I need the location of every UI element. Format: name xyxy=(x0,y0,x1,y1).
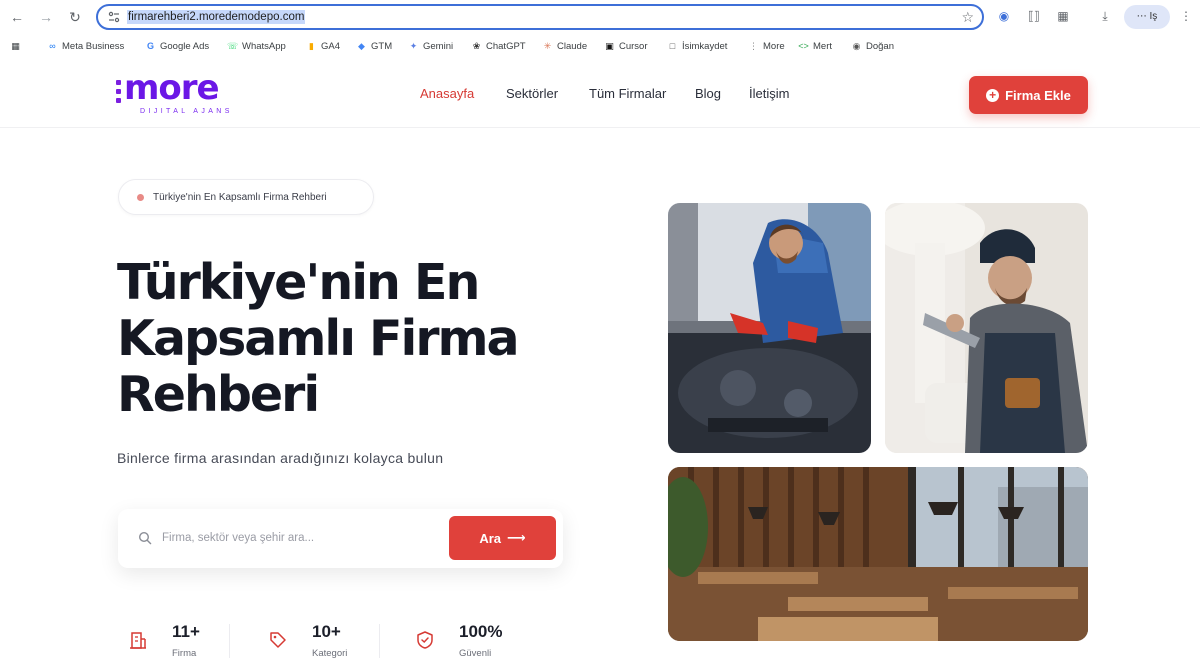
gemini-icon: ✦ xyxy=(409,40,418,51)
add-company-label: Firma Ekle xyxy=(1005,87,1071,103)
search-input[interactable] xyxy=(162,527,432,549)
puzzle-icon[interactable]: ▦ xyxy=(1055,8,1071,24)
bookmark-chatgpt[interactable]: ❀ ChatGPT xyxy=(471,39,526,53)
hero-title-line-3: Rehberi xyxy=(117,366,320,423)
nav-anasayfa[interactable]: Anasayfa xyxy=(420,86,474,101)
search-box: Ara ⟶ xyxy=(118,509,563,568)
stat-guvenli-value: 100% xyxy=(459,622,503,641)
meta-icon: ∞ xyxy=(49,40,56,51)
site-logo[interactable]: more DIJITAL AJANS xyxy=(116,68,229,115)
bookmark-more[interactable]: ⋮ More xyxy=(748,39,785,53)
hero-badge-text: Türkiye'nin En Kapsamlı Firma Rehberi xyxy=(153,191,327,203)
bookmark-whatsapp[interactable]: ☏ WhatsApp xyxy=(227,39,286,53)
hero-subtitle: Binlerce firma arasından aradığınızı kol… xyxy=(117,450,444,466)
cursor-icon: ▣ xyxy=(605,40,614,51)
hero-title-line-1: Türkiye'nin En xyxy=(117,254,480,311)
bookmark-mert[interactable]: <> Mert xyxy=(798,39,832,53)
download-icon[interactable]: ⤓ xyxy=(1097,8,1113,24)
bookmark-star-icon[interactable]: ☆ xyxy=(961,8,974,26)
stat-firma-value: 11+ xyxy=(172,622,200,641)
search-icon xyxy=(138,531,152,545)
bookmarks-bar: ▦ ∞ Meta Business G Google Ads ☏ WhatsApp ▮… xyxy=(0,34,1200,58)
hero-title-line-2: Kapsamlı Firma xyxy=(117,310,520,367)
stat-kategori-value: 10+ xyxy=(312,622,341,641)
site-settings-icon[interactable] xyxy=(108,11,120,23)
logo-text: more xyxy=(124,68,220,108)
back-icon[interactable]: ← xyxy=(8,8,26,26)
address-bar[interactable]: firmarehberi2.moredemodepo.com ☆ xyxy=(96,4,984,30)
site-header: more DIJITAL AJANS Anasayfa Sektörler Tü… xyxy=(0,62,1200,128)
analytics-icon: ▮ xyxy=(309,40,314,51)
bookmark-ga4[interactable]: ▮ GA4 xyxy=(306,39,340,53)
plus-circle-icon: + xyxy=(986,88,1000,102)
bookmark-gtm[interactable]: ◆ GTM xyxy=(356,39,392,53)
mechanic-photo xyxy=(668,203,871,453)
web-page: more DIJITAL AJANS Anasayfa Sektörler Tü… xyxy=(0,62,1200,668)
url-text[interactable]: firmarehberi2.moredemodepo.com xyxy=(127,10,306,24)
bookmark-gemini[interactable]: ✦ Gemini xyxy=(408,39,453,53)
nav-iletisim[interactable]: İletişim xyxy=(749,86,789,101)
tag-icon xyxy=(270,632,286,648)
stat-kategori: 10+ Kategori xyxy=(258,618,378,668)
stat-divider xyxy=(379,624,380,658)
claude-icon: ✳ xyxy=(543,40,552,51)
building-icon xyxy=(130,632,146,649)
stat-guvenli-label: Güvenli xyxy=(459,648,492,659)
page-icon: □ xyxy=(669,40,676,51)
stat-divider xyxy=(229,624,230,658)
profile-button[interactable]: ⋯ Iş xyxy=(1124,5,1170,29)
reload-icon[interactable]: ↻ xyxy=(66,8,84,26)
stat-kategori-label: Kategori xyxy=(312,648,348,659)
bookmark-claude[interactable]: ✳ Claude xyxy=(542,39,587,53)
extension-icon[interactable]: ◉ xyxy=(996,8,1012,24)
apps-icon[interactable]: ▦ xyxy=(10,39,21,53)
restaurant-photo xyxy=(668,467,1088,641)
logo-subtitle: DIJITAL AJANS xyxy=(140,108,233,115)
gtm-icon: ◆ xyxy=(358,40,365,51)
hero-title: Türkiye'nin En Kapsamlı Firma Rehberi xyxy=(117,255,577,423)
stats-row: 11+ Firma 10+ Kategori 100% Güvenli xyxy=(118,618,548,668)
logo-dots xyxy=(116,68,122,108)
hero-gallery xyxy=(668,203,1088,641)
more-icon: ⋮ xyxy=(749,40,758,51)
add-company-button[interactable]: + Firma Ekle xyxy=(969,76,1088,114)
plumber-photo xyxy=(885,203,1088,453)
badge-dot xyxy=(137,193,144,201)
nav-tum-firmalar[interactable]: Tüm Firmalar xyxy=(589,86,666,101)
nav-blog[interactable]: Blog xyxy=(695,86,721,101)
search-button-label: Ara xyxy=(479,530,502,546)
bookmark-meta-business[interactable]: ∞ Meta Business xyxy=(47,39,124,53)
whatsapp-icon: ☏ xyxy=(227,40,239,51)
globe-icon: ◉ xyxy=(852,40,861,51)
hero-badge: Türkiye'nin En Kapsamlı Firma Rehberi xyxy=(118,179,374,215)
bookmark-isimkaydet[interactable]: □ İsimkaydet xyxy=(667,39,728,53)
google-icon: G xyxy=(146,40,154,51)
forward-icon[interactable]: → xyxy=(37,8,55,26)
chatgpt-icon: ❀ xyxy=(472,40,481,51)
bookmark-google-ads[interactable]: G Google Ads xyxy=(145,39,209,53)
search-button[interactable]: Ara ⟶ xyxy=(449,516,556,560)
browser-toolbar: ← → ↻ firmarehberi2.moredemodepo.com ☆ ◉… xyxy=(0,0,1200,34)
arrow-right-icon: ⟶ xyxy=(507,530,526,545)
stat-firma-label: Firma xyxy=(172,648,197,659)
nav-sektorler[interactable]: Sektörler xyxy=(506,86,558,101)
devtools-icon[interactable]: ⟦⟧ xyxy=(1026,8,1042,24)
shield-check-icon xyxy=(417,631,433,649)
stat-firma: 11+ Firma xyxy=(118,618,228,668)
bookmark-cursor[interactable]: ▣ Cursor xyxy=(604,39,647,53)
code-icon: <> xyxy=(798,40,809,51)
stat-guvenli: 100% Güvenli xyxy=(405,618,535,668)
bookmark-dogan[interactable]: ◉ Doğan xyxy=(851,39,894,53)
menu-icon[interactable]: ⋮ xyxy=(1178,8,1194,24)
